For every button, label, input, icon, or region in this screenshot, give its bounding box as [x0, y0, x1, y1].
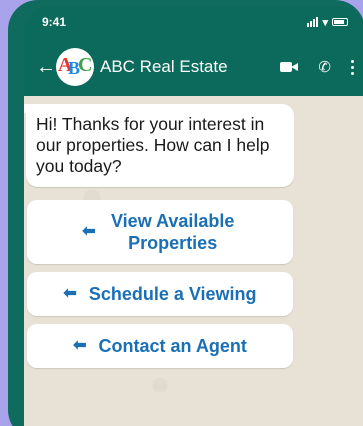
more-menu-icon[interactable]: [351, 59, 354, 75]
reply-arrow-icon: ⬅: [73, 337, 87, 354]
header-actions: ✆: [280, 58, 354, 76]
incoming-message: Hi! Thanks for your interest in our prop…: [24, 104, 294, 187]
chat-header: ← A B C ABC Real Estate ✆: [24, 38, 363, 96]
back-arrow-icon[interactable]: ←: [36, 56, 56, 79]
reply-arrow-icon: ⬅: [63, 285, 77, 302]
contact-name[interactable]: ABC Real Estate: [100, 57, 280, 77]
status-bar: 9:41 ▾: [24, 6, 363, 38]
quick-reply-schedule-viewing[interactable]: ⬅ Schedule a Viewing: [27, 272, 293, 316]
quick-reply-label: Contact an Agent: [98, 336, 247, 356]
phone-call-icon[interactable]: ✆: [318, 58, 331, 76]
video-call-icon[interactable]: [280, 61, 299, 73]
quick-reply-view-properties[interactable]: ⬅ View Available Properties: [27, 200, 293, 264]
quick-reply-label: Schedule a Viewing: [88, 284, 257, 304]
reply-arrow-icon: ⬅: [82, 223, 96, 240]
avatar-letter-c: C: [78, 54, 93, 76]
chat-area: Hi! Thanks for your interest in our prop…: [24, 96, 363, 426]
status-time: 9:41: [42, 15, 67, 29]
phone-frame: 9:41 ▾ ← A B C ABC Real Estate ✆ Hi! Tha…: [8, 0, 363, 426]
signal-icon: [307, 17, 319, 27]
wifi-icon: ▾: [322, 16, 328, 29]
phone-screen: 9:41 ▾ ← A B C ABC Real Estate ✆ Hi! Tha…: [24, 6, 363, 426]
quick-reply-contact-agent[interactable]: ⬅ Contact an Agent: [27, 324, 293, 368]
battery-icon: [332, 18, 348, 26]
quick-reply-label: View Available Properties: [111, 211, 235, 253]
contact-avatar[interactable]: A B C: [56, 48, 94, 86]
status-icons: ▾: [307, 16, 348, 29]
